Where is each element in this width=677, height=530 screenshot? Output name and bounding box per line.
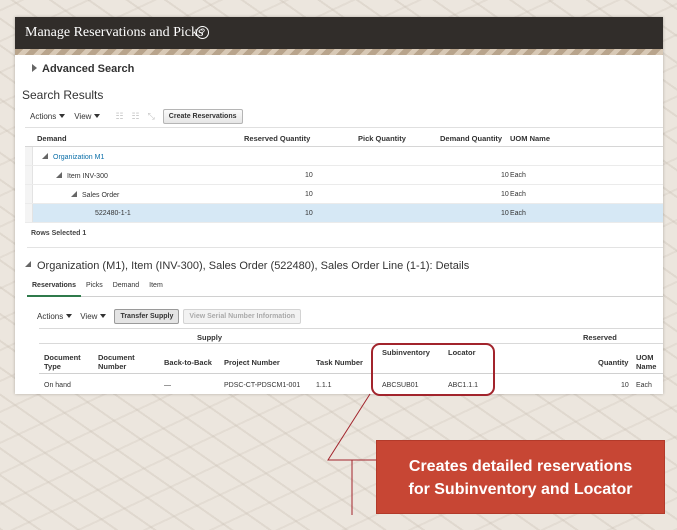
callout-line-2: for Subinventory and Locator [408,481,633,498]
callout-line-1: Creates detailed reservations [408,458,633,475]
callout-line [327,393,376,461]
callout-box: Creates detailed reservations for Subinv… [376,440,665,514]
